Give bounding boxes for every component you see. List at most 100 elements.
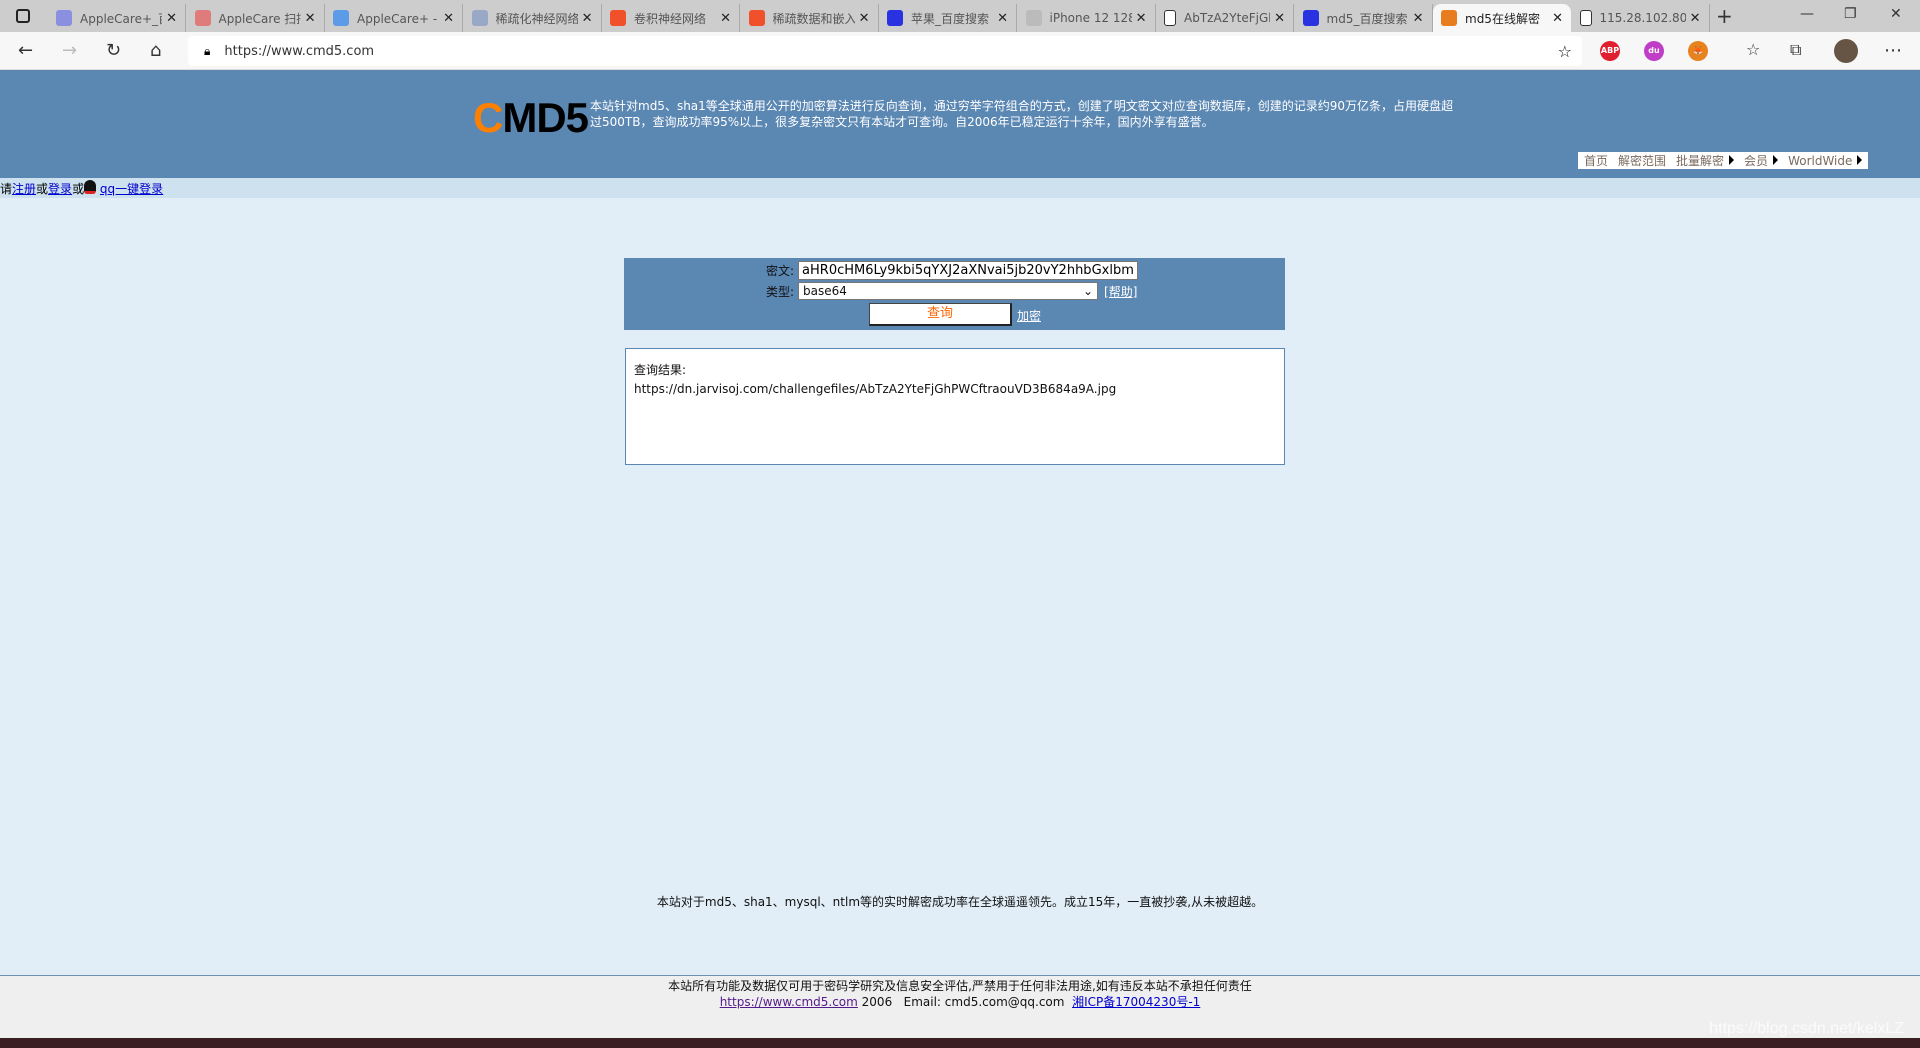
triangle-icon: [471, 10, 488, 26]
close-tab-icon[interactable]: ✕: [859, 11, 870, 26]
register-link[interactable]: 注册: [12, 182, 36, 196]
tab[interactable]: AbTzA2YteFjGh ✕: [1156, 4, 1294, 32]
tab[interactable]: 苹果_百度搜索 ✕: [879, 4, 1017, 32]
new-tab-button[interactable]: +: [1716, 4, 1733, 28]
favorites-icon[interactable]: ☆: [1746, 40, 1760, 59]
type-select[interactable]: base64 ⌄: [798, 282, 1099, 300]
collections-icon[interactable]: ⧉: [1790, 40, 1801, 60]
or-text: 或: [72, 182, 85, 196]
close-window-button[interactable]: ✕: [1890, 6, 1902, 22]
minimize-button[interactable]: —: [1800, 6, 1814, 22]
arrow-right-icon: [1857, 154, 1863, 165]
cmd5-logo[interactable]: CMD5: [473, 94, 589, 142]
disclaimer: 本站所有功能及数据仅可用于密码学研究及信息安全评估,严禁用于任何非法用途,如有违…: [668, 979, 1252, 993]
nav-menu: 首页 解密范围 批量解密 会员 WorldWide: [1578, 152, 1869, 169]
icp-link[interactable]: 湘ICP备17004230号-1: [1072, 995, 1200, 1009]
close-tab-icon[interactable]: ✕: [997, 11, 1008, 26]
avatar[interactable]: [1834, 39, 1858, 63]
footer: 本站所有功能及数据仅可用于密码学研究及信息安全评估,严禁用于任何非法用途,如有违…: [0, 975, 1920, 1038]
cipher-input[interactable]: [798, 261, 1139, 280]
tab-title: AbTzA2YteFjGh: [1184, 11, 1271, 25]
tab-title: 稀疏数据和嵌入: [772, 11, 855, 26]
tab[interactable]: 稀疏数据和嵌入 ✕: [741, 4, 879, 32]
tab[interactable]: md5在线解密 ✕: [1433, 4, 1571, 32]
help-link[interactable]: [帮助]: [1104, 283, 1137, 300]
file-icon: [1579, 10, 1592, 26]
close-tab-icon[interactable]: ✕: [1136, 11, 1147, 26]
tab-title: AppleCare+_百度搜索: [80, 11, 162, 26]
tab-title: md5在线解密: [1465, 11, 1540, 26]
type-value: base64: [803, 284, 847, 298]
menu-home[interactable]: 首页: [1584, 152, 1608, 169]
home-icon[interactable]: ⌂: [150, 40, 161, 61]
more-icon[interactable]: ⋯: [1884, 40, 1902, 61]
qq-icon: [84, 180, 97, 194]
site-header: CMD5 本站针对md5、sha1等全球通用公开的加密算法进行反向查询，通过穷举…: [0, 70, 1920, 178]
type-label: 类型:: [766, 284, 795, 299]
lock-icon[interactable]: 🔒︎: [204, 44, 210, 59]
query-button[interactable]: 查询: [869, 303, 1012, 326]
result-label: 查询结果:: [634, 363, 687, 377]
tab-title: md5_百度搜索: [1326, 11, 1408, 26]
result-value: https://dn.jarvisoj.com/challengefiles/A…: [634, 382, 1117, 396]
forward-icon[interactable]: →: [62, 40, 77, 61]
login-strip: 请注册或登录或 qq一键登录: [0, 178, 1920, 198]
extension-icon[interactable]: du: [1644, 41, 1664, 61]
csdn-icon: [610, 10, 626, 26]
close-tab-icon[interactable]: ✕: [582, 11, 593, 26]
slogan: 本站对于md5、sha1、mysql、ntlm等的实时解密成功率在全球遥遥领先。…: [656, 895, 1264, 909]
tab[interactable]: AppleCare 扫描 ✕: [187, 4, 325, 32]
close-tab-icon[interactable]: ✕: [166, 11, 177, 26]
close-tab-icon[interactable]: ✕: [305, 11, 316, 26]
file-icon: [1164, 10, 1176, 26]
metamask-icon[interactable]: 🦊: [1688, 41, 1708, 61]
close-tab-icon[interactable]: ✕: [1690, 11, 1701, 26]
taskbar: [0, 1038, 1920, 1048]
tab[interactable]: 卷积神经网络 ✕: [602, 4, 740, 32]
menu-worldwide[interactable]: WorldWide: [1788, 154, 1863, 168]
tab-title: AppleCare+ - 知乎: [357, 11, 439, 26]
restore-button[interactable]: ❐: [1844, 6, 1857, 22]
decrypt-form: 密文: 类型: base64 ⌄ [帮助] 查询 加密: [624, 258, 1285, 330]
arrow-right-icon: [1773, 155, 1779, 165]
qq-login-link[interactable]: qq一键登录: [100, 182, 163, 196]
login-link[interactable]: 登录: [48, 182, 72, 196]
tab[interactable]: iPhone 12 128GB ✕: [1018, 4, 1156, 32]
zhihu-icon: [333, 10, 349, 26]
tab-title: iPhone 12 128GB: [1049, 11, 1132, 25]
close-tab-icon[interactable]: ✕: [1552, 11, 1563, 26]
menu-range[interactable]: 解密范围: [1618, 152, 1666, 169]
url-text: https://www.cmd5.com: [224, 43, 375, 59]
menu-batch[interactable]: 批量解密: [1676, 152, 1735, 169]
watermark: https://blog.csdn.net/kelxLZ: [1709, 1020, 1904, 1037]
close-tab-icon[interactable]: ✕: [720, 11, 731, 26]
tab-title: 稀疏化神经网络: [495, 11, 578, 26]
tab[interactable]: md5_百度搜索 ✕: [1295, 4, 1433, 32]
baidu-icon: [56, 10, 72, 26]
add-favorite-icon[interactable]: ☆: [1558, 42, 1572, 61]
address-bar-area: ← → ↻ ⌂ 🔒︎ https://www.cmd5.com ☆ ABP du…: [0, 32, 1920, 70]
encrypt-link[interactable]: 加密: [1017, 307, 1041, 324]
site-link[interactable]: https://www.cmd5.com: [720, 995, 858, 1009]
tab[interactable]: AppleCare+ - 知乎 ✕: [325, 4, 463, 32]
adblock-icon[interactable]: ABP: [1600, 41, 1620, 61]
tab[interactable]: 稀疏化神经网络 ✕: [464, 4, 602, 32]
login-prefix: 请: [0, 182, 13, 196]
back-icon[interactable]: ←: [18, 40, 33, 61]
refresh-icon[interactable]: ↻: [106, 40, 121, 61]
url-input[interactable]: 🔒︎ https://www.cmd5.com ☆: [188, 36, 1582, 66]
or-text: 或: [36, 182, 49, 196]
tab[interactable]: AppleCare+_百度搜索 ✕: [48, 4, 186, 32]
result-box: 查询结果: https://dn.jarvisoj.com/challengef…: [625, 348, 1285, 465]
tab-actions-icon[interactable]: [16, 9, 30, 23]
tab-title: AppleCare 扫描: [218, 11, 301, 26]
close-tab-icon[interactable]: ✕: [1274, 11, 1285, 26]
menu-member[interactable]: 会员: [1744, 152, 1779, 169]
tab-title: 115.28.102.80: [1599, 11, 1686, 25]
tab-bar: AppleCare+_百度搜索✕AppleCare 扫描✕AppleCare+ …: [0, 0, 1920, 32]
close-tab-icon[interactable]: ✕: [1413, 11, 1424, 26]
contact-text: 2006 Email: cmd5.com@qq.com: [857, 995, 1073, 1009]
tab[interactable]: 115.28.102.80 ✕: [1572, 4, 1710, 32]
baidu-icon: [887, 10, 903, 26]
close-tab-icon[interactable]: ✕: [443, 11, 454, 26]
